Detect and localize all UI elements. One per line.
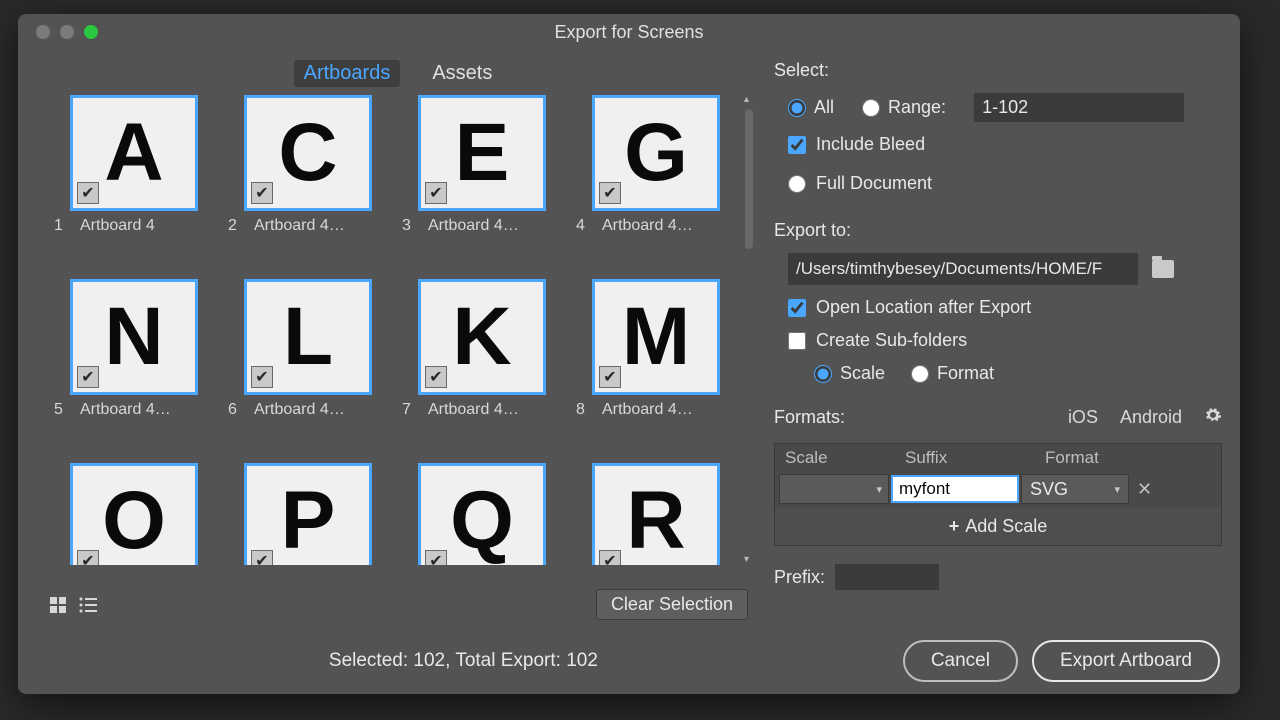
tab-artboards[interactable]: Artboards bbox=[294, 60, 401, 87]
col-scale: Scale bbox=[785, 448, 905, 468]
chevron-down-icon: ▾ bbox=[876, 483, 882, 496]
titlebar: Export for Screens bbox=[18, 14, 1240, 50]
artboard-glyph: P bbox=[281, 474, 336, 565]
scroll-thumb[interactable] bbox=[745, 109, 753, 249]
gear-icon[interactable] bbox=[1204, 406, 1222, 429]
artboard-checkbox[interactable]: ✔ bbox=[599, 550, 621, 565]
artboard-thumbnail[interactable]: E ✔ 3 Artboard 4… bbox=[396, 95, 568, 273]
folder-icon[interactable] bbox=[1152, 260, 1174, 278]
artboard-glyph: O bbox=[102, 474, 166, 565]
artboard-checkbox[interactable]: ✔ bbox=[77, 550, 99, 565]
artboard-name: Artboard 4… bbox=[602, 217, 693, 235]
artboard-glyph: G bbox=[624, 106, 688, 200]
artboard-checkbox[interactable]: ✔ bbox=[77, 366, 99, 388]
include-bleed-checkbox[interactable]: Include Bleed bbox=[774, 134, 1222, 155]
prefix-input[interactable] bbox=[835, 564, 939, 590]
window-title: Export for Screens bbox=[18, 22, 1240, 43]
artboard-name: Artboard 4… bbox=[428, 401, 519, 419]
artboard-thumbnail[interactable]: L ✔ 6 Artboard 4… bbox=[222, 279, 394, 457]
radio-range[interactable]: Range: bbox=[862, 97, 946, 118]
artboard-thumbnail[interactable]: N ✔ 5 Artboard 4… bbox=[48, 279, 220, 457]
artboard-thumbnail[interactable]: O ✔ 9 Artboard 4… bbox=[48, 463, 220, 565]
artboard-glyph: A bbox=[104, 106, 163, 200]
artboard-index: 3 bbox=[402, 217, 414, 235]
format-dropdown[interactable]: SVG▾ bbox=[1021, 474, 1129, 504]
scroll-up-icon[interactable]: ▴ bbox=[744, 95, 754, 105]
android-preset-button[interactable]: Android bbox=[1120, 407, 1182, 428]
artboard-thumbnail[interactable]: R ✔ 12 Artboard 4… bbox=[570, 463, 742, 565]
open-location-checkbox[interactable]: Open Location after Export bbox=[774, 297, 1222, 318]
radio-full-document[interactable]: Full Document bbox=[774, 173, 1222, 194]
tab-assets[interactable]: Assets bbox=[422, 60, 502, 87]
artboard-name: Artboard 4 bbox=[80, 217, 155, 235]
col-suffix: Suffix bbox=[905, 448, 1045, 468]
formats-heading: Formats: bbox=[774, 407, 845, 428]
artboard-grid: A ✔ 1 Artboard 4 C ✔ 2 Artboard 4… E ✔ 3… bbox=[48, 95, 748, 565]
scale-dropdown[interactable]: ▾ bbox=[779, 474, 889, 504]
artboard-name: Artboard 4… bbox=[80, 401, 171, 419]
export-path-input[interactable] bbox=[788, 253, 1138, 285]
status-text: Selected: 102, Total Export: 102 bbox=[38, 650, 889, 672]
artboard-index: 6 bbox=[228, 401, 240, 419]
artboard-thumbnail[interactable]: M ✔ 8 Artboard 4… bbox=[570, 279, 742, 457]
artboard-index: 4 bbox=[576, 217, 588, 235]
artboard-glyph: L bbox=[283, 290, 333, 384]
artboard-thumbnail[interactable]: G ✔ 4 Artboard 4… bbox=[570, 95, 742, 273]
artboard-index: 5 bbox=[54, 401, 66, 419]
scrollbar[interactable]: ▴ ▾ bbox=[744, 95, 754, 565]
artboard-thumbnail[interactable]: C ✔ 2 Artboard 4… bbox=[222, 95, 394, 273]
suffix-input[interactable] bbox=[891, 475, 1019, 503]
prefix-label: Prefix: bbox=[774, 567, 825, 588]
artboard-glyph: N bbox=[104, 290, 163, 384]
artboard-index: 2 bbox=[228, 217, 240, 235]
artboard-checkbox[interactable]: ✔ bbox=[599, 182, 621, 204]
artboard-index: 7 bbox=[402, 401, 414, 419]
artboard-checkbox[interactable]: ✔ bbox=[251, 550, 273, 565]
radio-all[interactable]: All bbox=[788, 97, 834, 118]
export-to-heading: Export to: bbox=[774, 220, 1222, 241]
artboard-checkbox[interactable]: ✔ bbox=[425, 366, 447, 388]
artboard-checkbox[interactable]: ✔ bbox=[251, 366, 273, 388]
artboard-thumbnail[interactable]: A ✔ 1 Artboard 4 bbox=[48, 95, 220, 273]
artboard-thumbnail[interactable]: P ✔ 10 Artboard 4… bbox=[222, 463, 394, 565]
remove-format-button[interactable]: ✕ bbox=[1131, 479, 1158, 500]
artboard-checkbox[interactable]: ✔ bbox=[425, 182, 447, 204]
range-input[interactable] bbox=[974, 93, 1184, 122]
grid-view-icon[interactable] bbox=[48, 595, 68, 615]
export-artboard-button[interactable]: Export Artboard bbox=[1032, 640, 1220, 682]
select-heading: Select: bbox=[774, 60, 1222, 81]
radio-subfolder-scale[interactable]: Scale bbox=[814, 363, 885, 384]
artboard-name: Artboard 4… bbox=[254, 401, 345, 419]
artboard-checkbox[interactable]: ✔ bbox=[77, 182, 99, 204]
artboard-glyph: R bbox=[626, 474, 685, 565]
artboard-thumbnail[interactable]: Q ✔ 11 Artboard 4… bbox=[396, 463, 568, 565]
radio-subfolder-format[interactable]: Format bbox=[911, 363, 994, 384]
artboard-name: Artboard 4… bbox=[602, 401, 693, 419]
artboard-glyph: K bbox=[452, 290, 511, 384]
artboard-checkbox[interactable]: ✔ bbox=[425, 550, 447, 565]
artboard-glyph: E bbox=[455, 106, 510, 200]
list-view-icon[interactable] bbox=[78, 595, 98, 615]
create-subfolders-checkbox[interactable]: Create Sub-folders bbox=[774, 330, 1222, 351]
artboard-glyph: C bbox=[278, 106, 337, 200]
col-format: Format bbox=[1045, 448, 1165, 468]
artboard-index: 1 bbox=[54, 217, 66, 235]
artboard-glyph: Q bbox=[450, 474, 514, 565]
artboard-checkbox[interactable]: ✔ bbox=[251, 182, 273, 204]
artboard-glyph: M bbox=[622, 290, 690, 384]
export-for-screens-dialog: Export for Screens Artboards Assets A ✔ … bbox=[18, 14, 1240, 694]
chevron-down-icon: ▾ bbox=[1114, 483, 1120, 496]
format-row: ▾ SVG▾ ✕ bbox=[775, 472, 1221, 508]
ios-preset-button[interactable]: iOS bbox=[1068, 407, 1098, 428]
artboard-name: Artboard 4… bbox=[254, 217, 345, 235]
formats-table: Scale Suffix Format ▾ SVG▾ ✕ +Add Scale bbox=[774, 443, 1222, 546]
scroll-down-icon[interactable]: ▾ bbox=[744, 555, 749, 565]
artboard-thumbnail[interactable]: K ✔ 7 Artboard 4… bbox=[396, 279, 568, 457]
artboard-checkbox[interactable]: ✔ bbox=[599, 366, 621, 388]
add-scale-button[interactable]: +Add Scale bbox=[775, 508, 1221, 545]
clear-selection-button[interactable]: Clear Selection bbox=[596, 589, 748, 620]
cancel-button[interactable]: Cancel bbox=[903, 640, 1018, 682]
artboard-name: Artboard 4… bbox=[428, 217, 519, 235]
artboard-index: 8 bbox=[576, 401, 588, 419]
